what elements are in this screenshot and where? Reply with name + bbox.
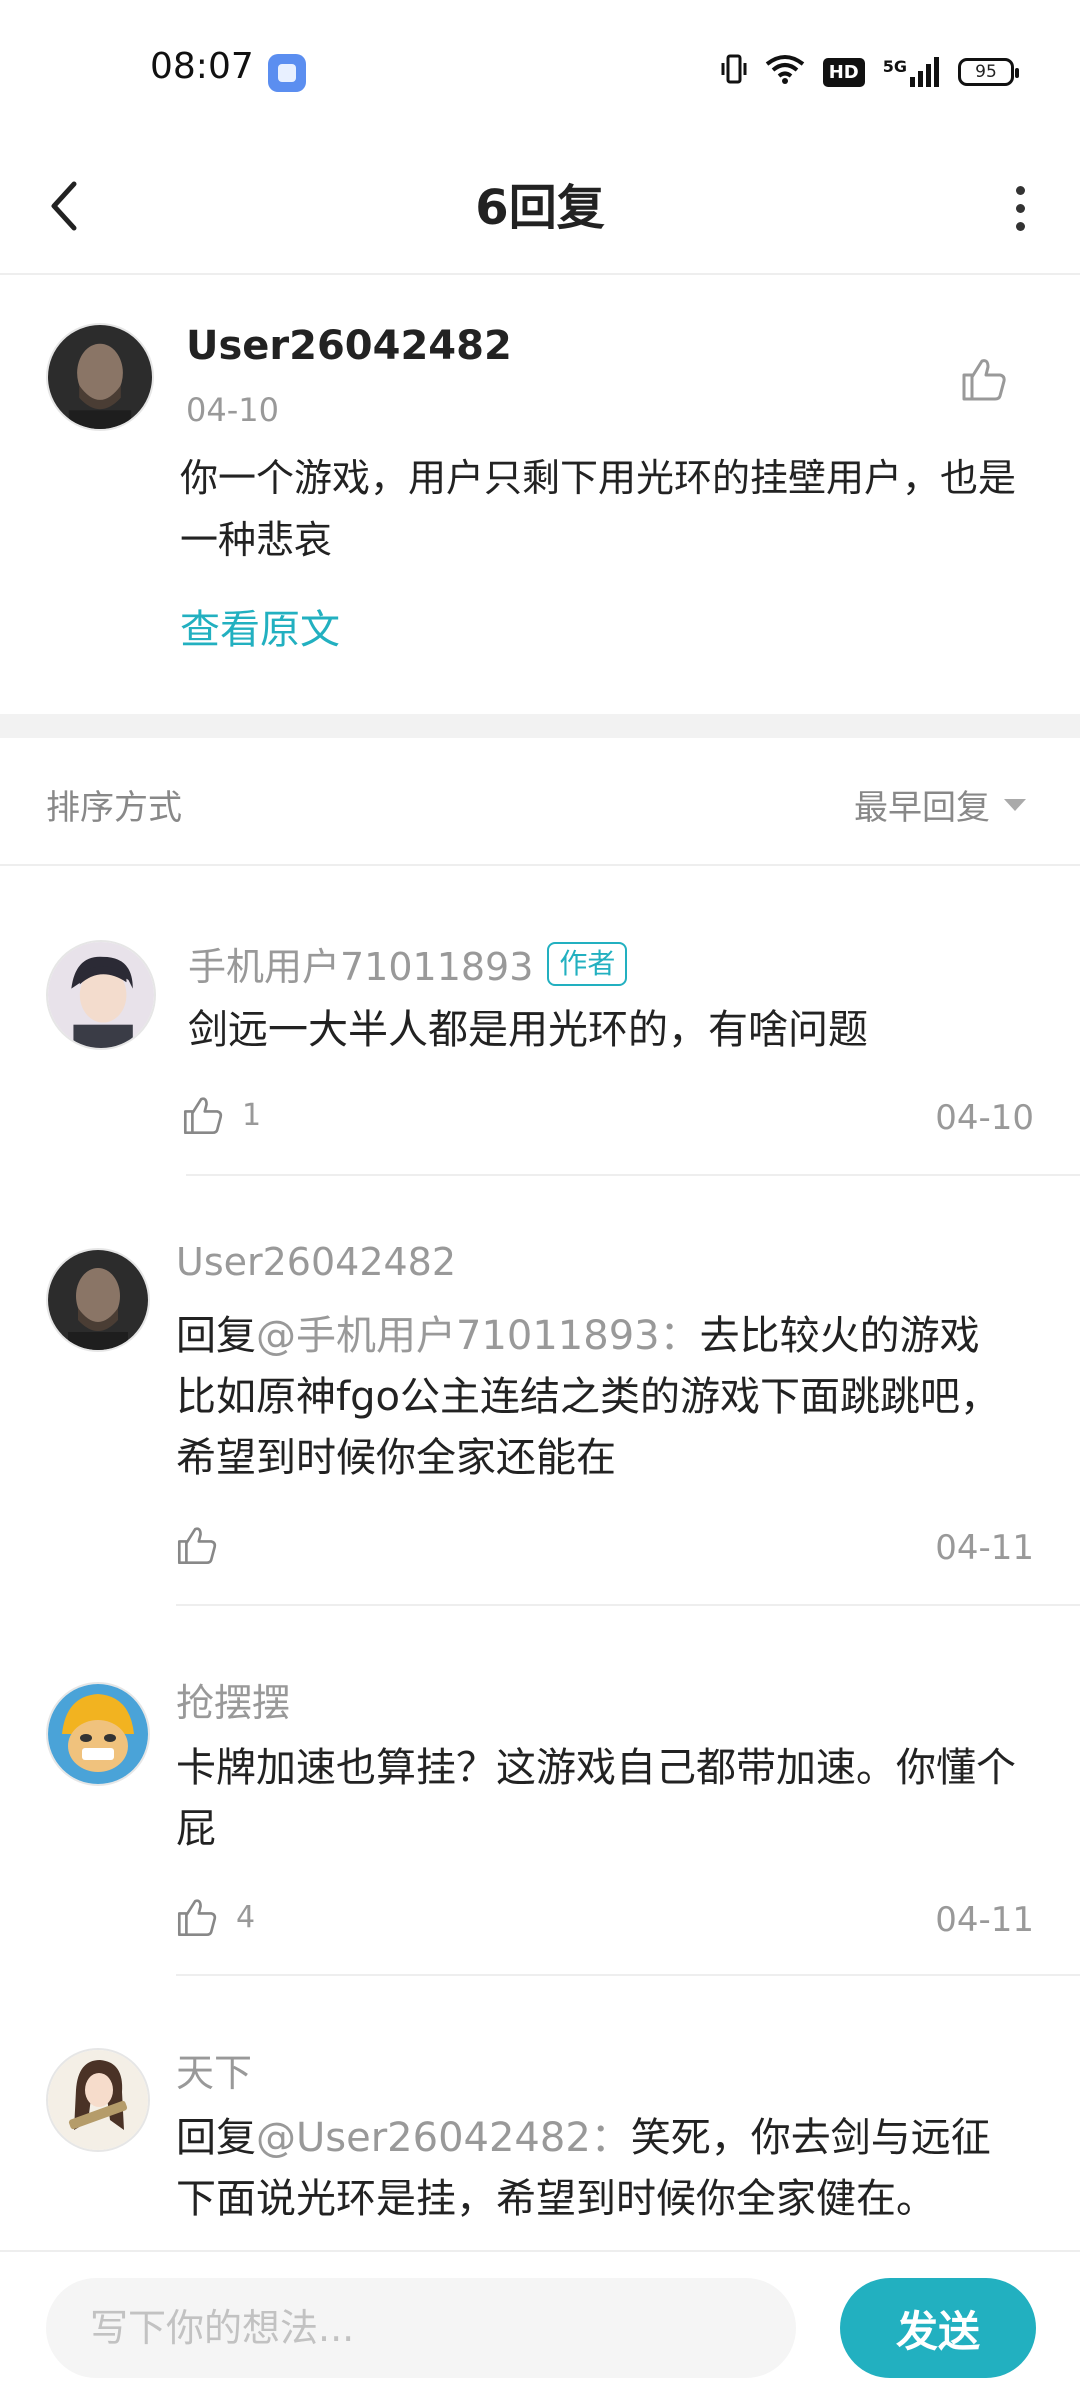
reply-prefix: 回复 [176,2115,256,2161]
avatar[interactable] [46,2048,150,2152]
more-options-button[interactable] [990,168,1050,248]
avatar[interactable] [46,1682,150,1786]
reply-text: 卡牌加速也算挂？这游戏自己都带加速。你懂个屁 [176,1738,1026,1860]
avatar[interactable] [46,323,154,431]
wifi-icon [765,54,805,91]
battery-indicator: 95 [958,58,1019,86]
reply-date: 04-11 [935,1528,1034,1568]
sort-dropdown[interactable]: 最早回复 [854,780,1026,829]
status-time: 08:07 [150,46,254,87]
avatar[interactable] [46,940,156,1050]
caret-down-icon [1004,798,1026,811]
reply-username-row: 抢摆摆 [176,1672,290,1727]
status-bar: 08:07 HD 5G 95 [0,0,1080,140]
more-dot-icon [1015,203,1025,213]
reply-body: 卡牌加速也算挂？这游戏自己都带加速。你懂个屁 [176,1745,1016,1852]
sort-bar: 排序方式 最早回复 [0,738,1080,866]
vibrate-icon [721,53,747,92]
reply-date: 04-10 [935,1098,1034,1138]
mention-separator: ： [590,2115,631,2161]
comment-input[interactable] [46,2278,796,2378]
more-dot-icon [1015,185,1025,195]
status-icons: HD 5G 95 [721,52,1019,92]
reply-text: 剑远一大半人都是用光环的，有啥问题 [188,1000,1058,1061]
mention-separator: ： [659,1313,700,1359]
view-original-link[interactable]: 查看原文 [180,597,340,655]
thumbs-up-icon [962,359,1006,401]
like-button[interactable] [174,1522,236,1568]
app-notification-icon [268,54,306,92]
mention-link[interactable]: @手机用户71011893 [256,1313,660,1359]
like-count: 1 [242,1097,262,1133]
send-button[interactable]: 发送 [840,2278,1036,2378]
section-divider [0,714,1080,738]
avatar[interactable] [46,1248,150,1352]
top-nav-bar: 6回复 [0,140,1080,275]
mention-link[interactable]: @User26042482 [256,2115,591,2161]
reply-text: 回复@User26042482：笑死，你去剑与远征下面说光环是挂，希望到时候你全… [176,2108,1026,2230]
post-date: 04-10 [186,391,279,429]
like-button[interactable]: 1 [180,1092,261,1138]
comment-bar: 发送 [0,2250,1080,2400]
author-badge: 作者 [547,941,628,986]
reply-username-row: 手机用户71011893 作者 [188,936,628,991]
reply-username-row: 天下 [176,2042,252,2097]
reply-date: 04-11 [935,1900,1034,1940]
original-comment: User26042482 04-10 你一个游戏，用户只剩下用光环的挂壁用户，也… [0,277,1080,714]
like-button[interactable]: 4 [174,1894,255,1940]
like-count: 4 [236,1899,256,1935]
network-label: 5G [882,57,907,76]
signal-icon: 5G [883,57,940,87]
more-dot-icon [1015,221,1025,231]
reply-item: 天下 回复@User26042482：笑死，你去剑与远征下面说光环是挂，希望到时… [0,1976,1080,2250]
reply-username[interactable]: 天下 [176,2042,252,2097]
comment-text: 你一个游戏，用户只剩下用光环的挂壁用户，也是一种悲哀 [180,456,1017,562]
reply-body: 剑远一大半人都是用光环的，有啥问题 [188,1007,868,1053]
thumbs-up-icon [177,1527,217,1565]
sort-value: 最早回复 [854,788,990,828]
reply-username[interactable]: User26042482 [176,1240,456,1284]
username[interactable]: User26042482 [186,323,512,369]
reply-text: 回复@手机用户71011893：去比较火的游戏比如原神fgo公主连结之类的游戏下… [176,1306,1016,1489]
reply-username[interactable]: 抢摆摆 [176,1672,290,1727]
sort-label: 排序方式 [46,788,182,828]
page-title: 6回复 [475,180,605,236]
thumbs-up-icon [183,1097,223,1135]
reply-username[interactable]: 手机用户71011893 [188,936,533,991]
reply-item: 抢摆摆 卡牌加速也算挂？这游戏自己都带加速。你懂个屁 4 04-11 [0,1606,1080,1976]
reply-prefix: 回复 [176,1313,256,1359]
like-button[interactable] [958,353,1010,405]
hd-badge: HD [822,57,865,87]
thumbs-up-icon [177,1899,217,1937]
reply-item: 手机用户71011893 作者 剑远一大半人都是用光环的，有啥问题 1 04-1… [0,866,1080,1176]
reply-username-row: User26042482 [176,1240,456,1284]
reply-item: User26042482 回复@手机用户71011893：去比较火的游戏比如原神… [0,1176,1080,1606]
